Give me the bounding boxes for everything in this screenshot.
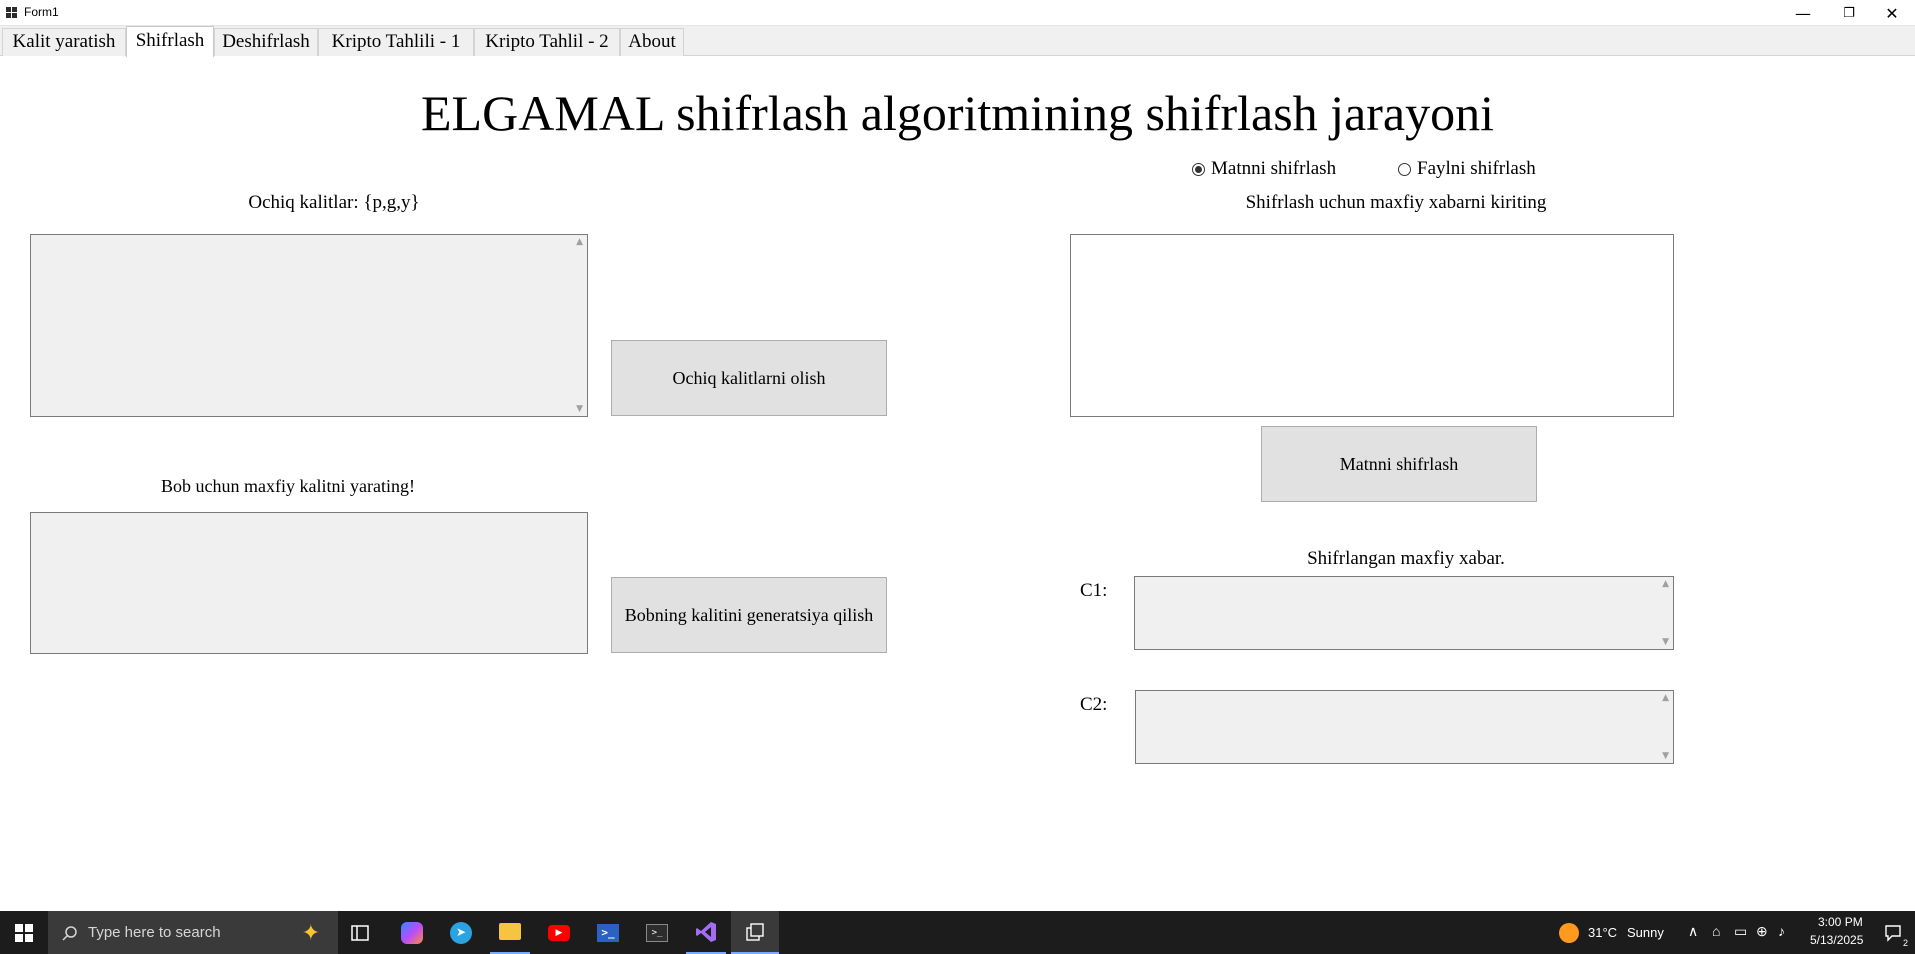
notification-count: 2	[1902, 938, 1908, 948]
start-button[interactable]	[0, 911, 48, 954]
windows-form-icon	[746, 922, 764, 941]
tab-about[interactable]: About	[620, 28, 684, 56]
close-icon: ✕	[1885, 3, 1899, 23]
ciphertext-label: Shifrlangan maxfiy xabar.	[1307, 548, 1505, 569]
youtube-icon: ▶	[548, 924, 570, 941]
window-titlebar: Form1 — ❐ ✕	[0, 0, 1915, 26]
search-placeholder: Type here to search	[88, 924, 221, 941]
volume-icon[interactable]: ♪	[1778, 923, 1785, 939]
task-view-icon	[351, 924, 369, 941]
visual-studio-icon	[696, 921, 716, 942]
radio-checked-icon[interactable]	[1192, 162, 1205, 176]
taskbar-terminal[interactable]: >_	[637, 911, 677, 954]
bob-key-label: Bob uchun maxfiy kalitni yarating!	[161, 476, 415, 496]
taskbar-telegram[interactable]: ➤	[441, 911, 481, 954]
notification-icon	[1885, 924, 1901, 942]
taskbar: Type here to search ✦ ➤ ▶ >_ >_ 31°C Sun…	[0, 911, 1915, 954]
message-label: Shifrlash uchun maxfiy xabarni kiriting	[1245, 192, 1547, 213]
c1-label: C1:	[1080, 580, 1108, 601]
taskbar-copilot[interactable]	[392, 911, 432, 954]
scroll-down-icon[interactable]: ▼	[1662, 637, 1669, 647]
public-keys-label: Ochiq kalitlar: {p,g,y}	[248, 192, 420, 213]
clock-time[interactable]: 3:00 PM	[1818, 915, 1863, 929]
restore-button[interactable]: ❐	[1826, 0, 1872, 26]
restore-icon: ❐	[1843, 5, 1855, 21]
page-title: ELGAMAL shifrlash algoritmining shifrlas…	[421, 85, 1494, 141]
minimize-icon: —	[1795, 3, 1811, 23]
telegram-icon: ➤	[450, 921, 472, 944]
scroll-up-icon[interactable]: ▲	[1662, 579, 1669, 589]
app-icon	[6, 7, 18, 19]
network-icon[interactable]: ⌂	[1712, 923, 1720, 939]
folder-icon	[499, 923, 521, 940]
tab-kalit-yaratish[interactable]: Kalit yaratish	[2, 28, 126, 56]
clock-date[interactable]: 5/13/2025	[1810, 933, 1863, 947]
tab-deshifrlash[interactable]: Deshifrlash	[214, 28, 318, 56]
scroll-up-icon[interactable]: ▲	[576, 237, 583, 247]
taskbar-visual-studio[interactable]	[686, 911, 726, 954]
c2-textbox[interactable]: ▲ ▼	[1135, 690, 1674, 764]
language-globe-icon[interactable]: ⊕	[1756, 923, 1768, 940]
c2-label: C2:	[1080, 694, 1108, 715]
scroll-up-icon[interactable]: ▲	[1662, 693, 1669, 703]
scroll-down-icon[interactable]: ▼	[1662, 751, 1669, 761]
radio-text-encryption[interactable]: Matnni shifrlash	[1192, 158, 1336, 180]
copilot-icon	[401, 921, 423, 944]
get-public-keys-button[interactable]: Ochiq kalitlarni olish	[611, 340, 887, 416]
weather-widget[interactable]	[1556, 911, 1582, 954]
radio-text-label: Matnni shifrlash	[1211, 158, 1337, 179]
window-title: Form1	[24, 5, 59, 19]
taskbar-youtube[interactable]: ▶	[539, 911, 579, 954]
taskbar-active-app[interactable]	[731, 911, 779, 954]
chevron-up-icon[interactable]: ∧	[1688, 923, 1698, 940]
radio-file-label: Faylni shifrlash	[1417, 158, 1536, 179]
close-button[interactable]: ✕	[1869, 0, 1915, 26]
message-input[interactable]	[1070, 234, 1674, 417]
task-view-button[interactable]	[342, 911, 378, 954]
public-keys-textbox[interactable]: ▲ ▼	[30, 234, 588, 417]
radio-unchecked-icon[interactable]	[1398, 162, 1411, 176]
sun-icon	[1559, 922, 1579, 943]
notifications-button[interactable]: 2	[1876, 911, 1912, 954]
powershell-icon: >_	[597, 923, 619, 942]
copilot-sparkle-icon: ✦	[301, 920, 320, 945]
c1-textbox[interactable]: ▲ ▼	[1134, 576, 1674, 650]
taskbar-file-explorer[interactable]	[490, 911, 530, 954]
tab-strip: Kalit yaratish Shifrlash Deshifrlash Kri…	[0, 26, 1915, 57]
tab-kripto-tahlili-1[interactable]: Kripto Tahlili - 1	[318, 28, 474, 56]
radio-file-encryption[interactable]: Faylni shifrlash	[1398, 158, 1536, 180]
scroll-down-icon[interactable]: ▼	[576, 404, 583, 414]
taskbar-search-box[interactable]: Type here to search ✦	[48, 911, 338, 954]
windows-logo-icon	[15, 923, 33, 942]
weather-condition: Sunny	[1627, 925, 1664, 940]
tab-kripto-tahlil-2[interactable]: Kripto Tahlil - 2	[474, 28, 620, 56]
bob-key-textbox[interactable]	[30, 512, 588, 654]
weather-temperature: 31°C	[1588, 925, 1618, 940]
battery-icon[interactable]: ▭	[1734, 923, 1747, 940]
generate-bob-key-button[interactable]: Bobning kalitini generatsiya qilish	[611, 577, 887, 653]
search-icon	[62, 926, 77, 941]
encrypt-text-button[interactable]: Matnni shifrlash	[1261, 426, 1537, 502]
tab-shifrlash[interactable]: Shifrlash	[126, 26, 214, 57]
minimize-button[interactable]: —	[1780, 0, 1826, 26]
taskbar-powershell[interactable]: >_	[588, 911, 628, 954]
terminal-icon: >_	[646, 923, 668, 942]
